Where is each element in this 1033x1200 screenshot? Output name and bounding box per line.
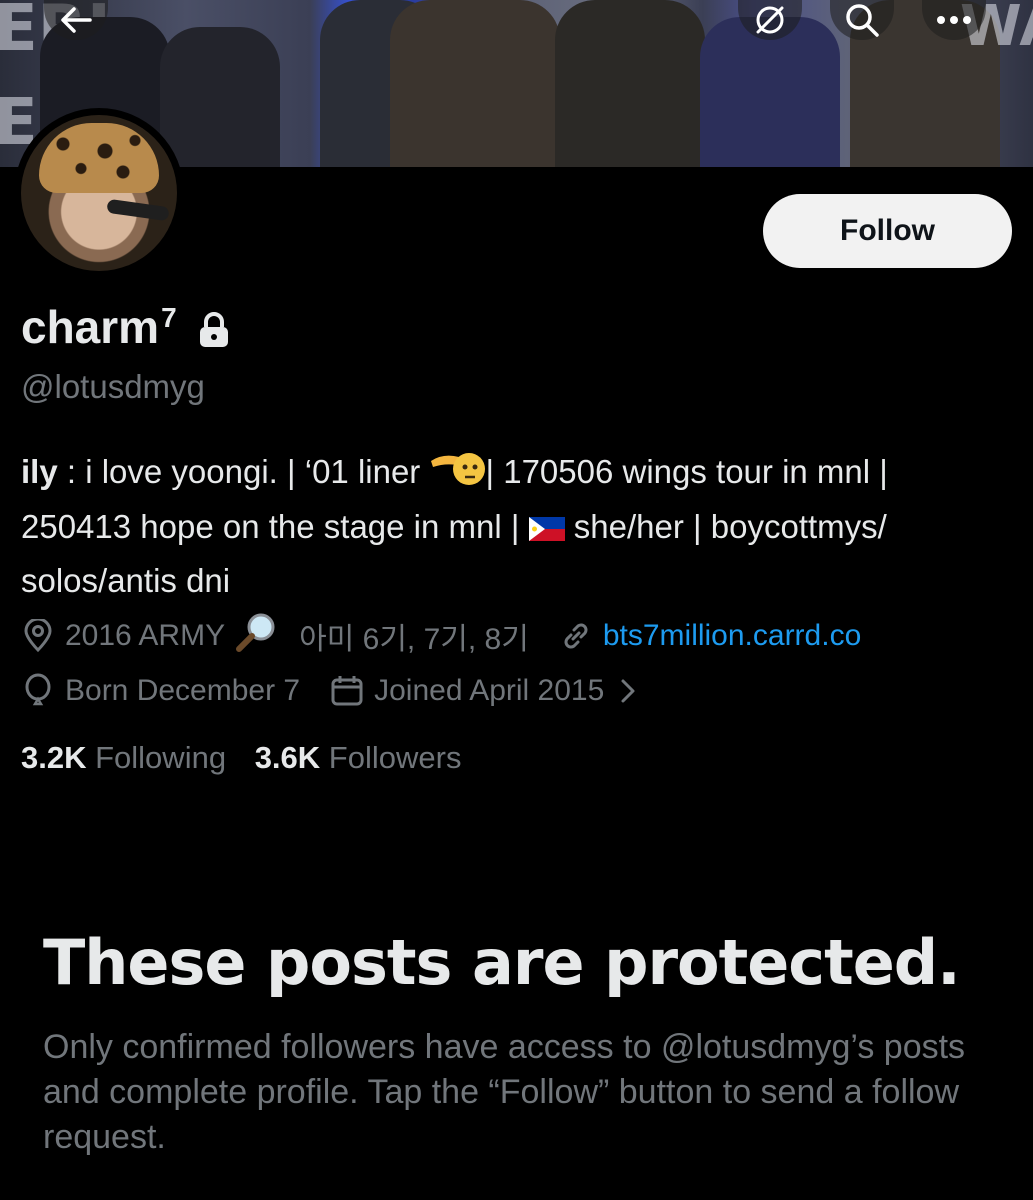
following-label: Following bbox=[95, 740, 227, 775]
bio: ily : i love yoongi. | ‘01 liner | 17050… bbox=[21, 446, 1021, 606]
arrow-left-icon bbox=[61, 7, 92, 33]
philippines-flag-icon bbox=[528, 504, 565, 555]
bio-bold-prefix: ily bbox=[21, 453, 58, 490]
saluting-face-icon bbox=[429, 447, 486, 501]
following-count: 3.2K bbox=[21, 740, 87, 775]
bio-line-2-tail: she/her | boycottmys/ bbox=[564, 508, 887, 546]
avatar[interactable] bbox=[14, 108, 184, 278]
joined-text: Joined April 2015 bbox=[374, 674, 605, 707]
banner-figure bbox=[160, 27, 280, 167]
display-name-superscript: 7 bbox=[161, 302, 177, 333]
avatar-microphone bbox=[106, 198, 170, 222]
location-pin-icon bbox=[24, 619, 52, 653]
following-stat[interactable]: 3.2K Following bbox=[21, 740, 226, 775]
bio-line-1-tail: | 170506 wings tour in mnl | bbox=[485, 453, 888, 490]
more-icon bbox=[937, 16, 971, 24]
link-icon bbox=[564, 623, 588, 649]
calendar-icon bbox=[331, 676, 363, 706]
bio-line-3: solos/antis dni bbox=[21, 562, 231, 600]
followers-count: 3.6K bbox=[254, 740, 321, 775]
website[interactable]: bts7million.carrd.co bbox=[559, 619, 861, 653]
follow-button[interactable]: Follow bbox=[763, 194, 1012, 268]
followers-label: Followers bbox=[328, 740, 462, 775]
profile-meta-row: Born December 7 Joined April 2015 bbox=[21, 673, 648, 709]
protected-message: Only confirmed followers have access to … bbox=[43, 1028, 966, 1156]
magnifying-glass-emoji-icon bbox=[235, 612, 289, 660]
chevron-right-icon bbox=[621, 679, 635, 703]
website-link[interactable]: bts7million.carrd.co bbox=[603, 619, 861, 653]
location-text: 2016 ARMY bbox=[65, 619, 226, 652]
lock-icon bbox=[199, 312, 228, 347]
location-extra-text: 아미 6기, 7기, 8기 bbox=[299, 623, 529, 656]
banner-figure bbox=[390, 0, 560, 167]
joined-date[interactable]: Joined April 2015 bbox=[330, 674, 648, 708]
protected-title: These posts are protected. bbox=[43, 926, 961, 999]
display-name-text: charm bbox=[21, 301, 160, 353]
display-name: charm 7 bbox=[21, 300, 231, 354]
bio-line-1: : i love yoongi. | ‘01 liner bbox=[57, 453, 430, 490]
birthday-text: Born December 7 bbox=[65, 674, 301, 707]
banner-figure bbox=[555, 0, 705, 167]
balloon-icon bbox=[25, 673, 51, 706]
location: 2016 ARMY bbox=[21, 619, 225, 653]
hide-icon bbox=[756, 6, 784, 34]
follow-stats: 3.2K Following 3.6K Followers bbox=[21, 740, 461, 776]
search-icon bbox=[846, 4, 879, 37]
avatar-image bbox=[21, 115, 177, 271]
handle: @lotusdmyg bbox=[21, 368, 205, 405]
followers-stat[interactable]: 3.6K Followers bbox=[255, 740, 462, 775]
profile-meta-row: 2016 ARMY 아미 6기, 7기, 8기 bts7million.carr… bbox=[21, 612, 861, 660]
birthday: Born December 7 bbox=[21, 673, 300, 709]
bio-line-2: 250413 hope on the stage in mnl | bbox=[21, 508, 529, 546]
avatar-hat bbox=[39, 123, 159, 193]
